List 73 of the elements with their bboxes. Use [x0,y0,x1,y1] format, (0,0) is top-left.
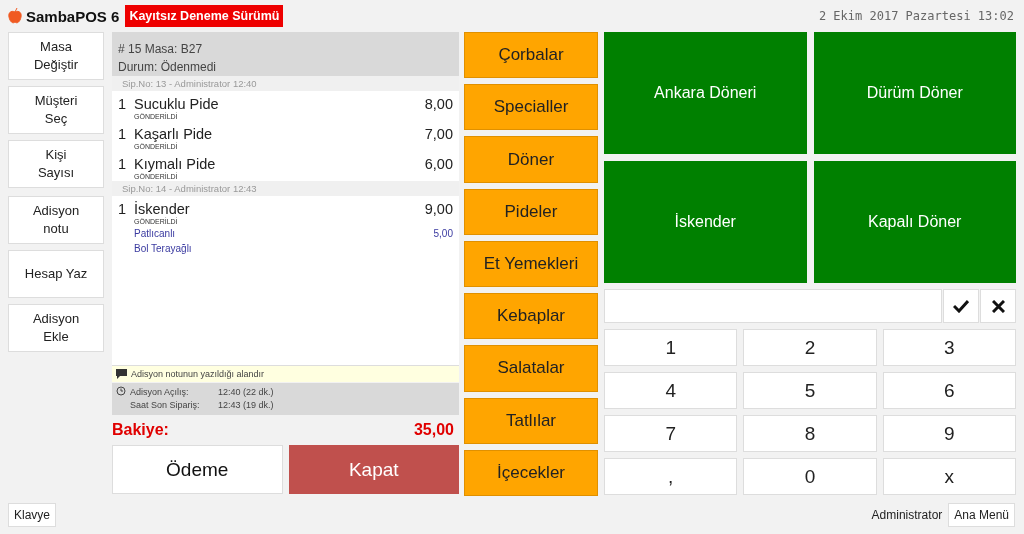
category-button[interactable]: Döner [464,136,598,183]
payment-button[interactable]: Ödeme [112,445,283,494]
cancel-button[interactable] [980,289,1016,323]
balance-label: Bakiye: [112,421,169,439]
action-button[interactable]: Masa Değiştir [8,32,104,80]
order-price: 6,00 [424,156,453,172]
order-price: 8,00 [424,96,453,112]
product-button[interactable]: İskender [604,161,807,283]
numpad-key[interactable]: 3 [882,329,1016,366]
time-value: 12:43 (19 dk.) [218,399,275,412]
action-button[interactable]: Adisyon notu [8,196,104,244]
order-quantity: 1 [118,156,128,172]
clock-icon [116,386,126,396]
main-menu-button[interactable]: Ana Menü [948,503,1015,527]
product-button[interactable]: Ankara Döneri [604,32,807,154]
order-modifier: Patlıcanlı [134,227,177,241]
numpad-key[interactable]: x [882,458,1016,495]
order-price: 7,00 [424,126,453,142]
numpad-key[interactable]: 1 [604,329,738,366]
category-button[interactable]: Et Yemekleri [464,240,598,288]
action-button[interactable]: Adisyon Ekle [8,304,104,352]
date-time: 2 Ekim 2017 Pazartesi 13:02 [818,9,1014,23]
confirm-button[interactable] [943,289,979,323]
numpad-key[interactable]: 8 [743,415,877,452]
order-price: 9,00 [424,201,453,217]
numpad-key[interactable]: 6 [882,372,1016,409]
category-button[interactable]: Specialler [464,84,598,131]
modifier-price: 5,00 [432,228,453,239]
product-button[interactable]: Dürüm Döner [813,32,1016,154]
trial-badge: Kayıtsız Deneme Sürümü [125,5,284,27]
user-name: Administrator [871,508,943,522]
order-quantity: 1 [118,96,128,112]
category-button[interactable]: Kebaplar [464,293,598,340]
time-value: 12:40 (22 dk.) [218,386,275,399]
time-label: Saat Son Sipariş: [130,399,201,412]
number-input-field[interactable] [604,289,942,323]
numpad-key[interactable]: 5 [743,372,877,409]
close-icon [991,299,1005,313]
app-name: SambaPOS 6 [26,7,120,25]
speech-bubble-icon [116,369,127,379]
balance-amount: 35,00 [413,421,454,439]
numpad-key[interactable]: 9 [882,415,1016,452]
action-button[interactable]: Hesap Yaz [8,250,104,298]
category-button[interactable]: İçecekler [464,449,598,496]
keyboard-button[interactable]: Klavye [8,503,57,527]
order-quantity: 1 [118,201,128,217]
ticket-title: # 15 Masa: B27 [118,41,204,58]
category-button[interactable]: Pideler [464,188,598,235]
order-group-header: Sip.No: 14 - Administrator 12:43 [112,181,459,196]
ticket-note: Adisyon notunun yazıldığı alandır [131,369,265,379]
product-button[interactable]: Kapalı Döner [813,161,1016,283]
action-button[interactable]: Kişi Sayısı [8,140,104,188]
numpad-key[interactable]: 2 [743,329,877,366]
checkmark-icon [953,299,969,313]
numpad-key[interactable]: , [604,458,738,495]
close-button[interactable]: Kapat [288,445,459,494]
time-label: Adisyon Açılış: [130,386,190,399]
numpad-key[interactable]: 7 [604,415,738,452]
order-name[interactable]: Kaşarlı Pide [134,126,425,142]
numpad-key[interactable]: 0 [743,458,877,495]
category-button[interactable]: Çorbalar [464,32,598,79]
category-button[interactable]: Salatalar [464,345,598,392]
apple-logo-icon [8,8,22,24]
order-name[interactable]: Sucuklu Pide [134,96,425,112]
order-name[interactable]: Kıymalı Pide [134,156,425,172]
order-name[interactable]: İskender [134,201,425,217]
order-modifier: Bol Terayağlı [134,242,193,256]
category-button[interactable]: Tatlılar [464,397,598,444]
numpad-key[interactable]: 4 [604,372,738,409]
order-quantity: 1 [118,126,128,142]
order-group-header: Sip.No: 13 - Administrator 12:40 [112,76,459,91]
ticket-status: Durum: Ödenmedi [118,59,218,76]
action-button[interactable]: Müşteri Seç [8,86,104,134]
